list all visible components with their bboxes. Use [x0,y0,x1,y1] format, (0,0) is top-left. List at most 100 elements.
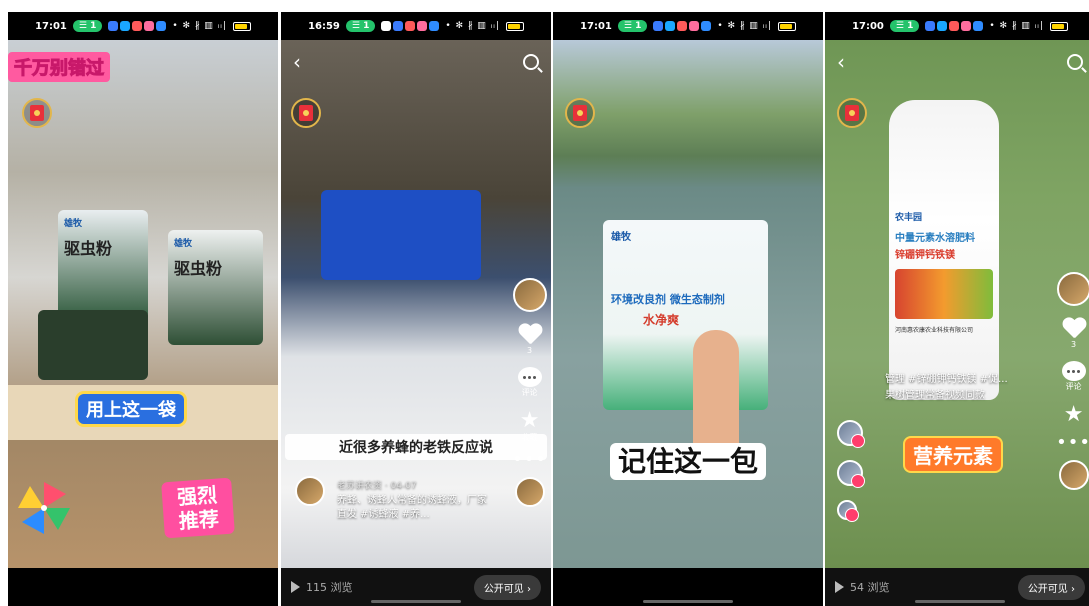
like-button[interactable]: 3 [1062,318,1086,349]
red-packet-icon[interactable] [837,98,867,128]
author-avatar[interactable] [1056,272,1089,306]
phone-screen-2: 16:59 ☰ 1 • ✻ ∦ ▥ ᵢᵢ| ‹ 3 评论 ★ 收藏 ••• 近很… [281,12,551,606]
product-bag: 雄牧 环境改良剂 微生态制剂 水净爽 [603,220,768,410]
status-time: 17:00 [852,20,884,32]
view-count-text: 54 浏览 [850,581,890,594]
bottle-maker: 河南惠农康农业科技有限公司 [895,327,974,334]
visibility-button[interactable]: 公开可见 › [473,574,541,600]
sticker-mid: 用上这一袋 [78,394,184,424]
status-pill-count: 1 [907,21,914,31]
back-icon[interactable]: ‹ [837,50,845,74]
status-signal: • ✻ ∦ ▥ ᵢᵢ| [717,21,772,31]
search-icon[interactable] [1067,54,1083,70]
status-bar: 17:01 ☰ 1 • ✻ ∦ ▥ ᵢᵢ| [8,12,278,40]
viewer-avatar[interactable] [837,460,865,488]
related-video[interactable]: 果树管理常备视频同款 [885,386,985,401]
home-indicator [643,600,733,603]
status-time: 17:01 [35,20,67,32]
heart-icon [518,324,542,346]
back-icon[interactable]: ‹ [293,50,301,74]
action-sidebar: 3 评论 ★ 收藏 ••• [512,278,547,507]
comment-label: 评论 [521,388,538,397]
product-bag: 雄牧 驱虫粉 [58,210,148,320]
comment-label: 评论 [1065,382,1082,391]
sticker-remember: 记住这一包 [553,440,823,480]
favorite-button[interactable]: ★ [1064,404,1084,426]
status-app-icons [925,21,984,31]
red-packet-icon[interactable] [565,98,595,128]
heart-icon [1062,318,1086,340]
product-bottle: 农丰园 中量元素水溶肥料 锌硼钾钙铁镁 河南惠农康农业科技有限公司 [889,100,999,400]
status-signal: • ✻ ∦ ▥ ᵢᵢ| [445,21,500,31]
comment-button[interactable]: 评论 [517,367,542,398]
video-frame[interactable]: 雄牧 环境改良剂 微生态制剂 水净爽 记住这一包 [553,40,823,568]
home-indicator [371,600,461,603]
play-icon [835,581,844,593]
play-icon [291,581,300,593]
view-count: 54 浏览 [835,579,890,595]
crate [321,190,481,280]
sticker-top: 千万别错过 [8,52,110,82]
video-description: 养蜂、诱蜂人常备的诱蜂液，厂家直发 #诱蜂液 #养... [337,495,487,520]
comment-button[interactable]: 评论 [1061,361,1086,392]
bottom-bar [8,568,278,606]
status-pill: ☰ 1 [72,20,103,32]
author-avatar-small[interactable] [295,476,325,506]
favorite-button[interactable]: ★ 收藏 [520,410,540,443]
status-pill-count: 1 [635,21,642,31]
more-icon: ••• [512,449,547,470]
status-pill: ☰ 1 [617,20,648,32]
action-sidebar: 3 评论 ★ ••• [1056,272,1089,490]
bag-brand: 雄牧 [611,232,631,243]
status-pill: ☰ 1 [345,20,376,32]
bag-brand: 雄牧 [174,239,193,249]
video-frame[interactable]: ‹ 3 评论 ★ 收藏 ••• 近很多养蜂的老铁反应说 老苏讲农资 · 04-0… [281,40,551,568]
video-frame[interactable]: 千万别错过 雄牧 驱虫粉 雄牧 驱虫粉 用上这一袋 强烈推荐 [8,40,278,568]
bag-name: 水净爽 [643,313,680,327]
comment-icon [1061,361,1086,381]
status-bar: 17:00 ☰ 1 • ✻ ∦ ▥ ᵢᵢ| [825,12,1089,40]
status-app-icons [108,21,167,31]
status-signal: • ✻ ∦ ▥ ᵢᵢ| [989,21,1044,31]
viewer-avatar[interactable] [837,500,859,522]
screenshot-grid: 17:01 ☰ 1 • ✻ ∦ ▥ ᵢᵢ| 千万别错过 雄牧 驱虫粉 雄牧 驱虫… [0,0,1089,606]
viewer-avatars [837,420,865,522]
more-button[interactable]: ••• [1056,432,1089,453]
bottle-brand: 农丰园 [895,213,923,223]
bottle-name: 锌硼钾钙铁镁 [895,250,955,261]
status-pill-count: 1 [363,21,370,31]
bag-type: 环境改良剂 微生态制剂 [611,293,725,306]
status-signal: • ✻ ∦ ▥ ᵢᵢ| [172,21,227,31]
more-button[interactable]: ••• [512,449,547,470]
visibility-button[interactable]: 公开可见 › [1017,574,1085,600]
video-frame[interactable]: ‹ 农丰园 中量元素水溶肥料 锌硼钾钙铁镁 河南惠农康农业科技有限公司 3 评论 [825,40,1089,568]
phone-screen-3: 17:01 ☰ 1 • ✻ ∦ ▥ ᵢᵢ| 雄牧 环境改良剂 微生态制剂 水净爽… [553,12,823,606]
video-description: 管理 #锌硼钾钙铁镁 #促... [885,374,1008,385]
home-indicator [915,600,1005,603]
battery-icon [232,21,251,31]
view-count: 115 浏览 [291,579,353,595]
bag-brand: 雄牧 [64,219,83,229]
author-name[interactable]: 老苏讲农资 · 04-07 [337,478,417,491]
status-bar: 16:59 ☰ 1 • ✻ ∦ ▥ ᵢᵢ| [281,12,551,40]
sticker-remember-text: 记住这一包 [609,443,766,480]
music-disc[interactable] [1058,460,1089,490]
battery-icon [1049,21,1068,31]
red-packet-icon[interactable] [22,98,52,128]
like-button[interactable]: 3 [518,324,542,355]
viewer-avatar[interactable] [837,420,865,448]
status-app-icons [653,21,712,31]
pinwheel-icon [18,482,70,534]
product-bag: 雄牧 驱虫粉 [168,230,263,345]
search-icon[interactable] [523,54,539,70]
phone-screen-1: 17:01 ☰ 1 • ✻ ∦ ▥ ᵢᵢ| 千万别错过 雄牧 驱虫粉 雄牧 驱虫… [8,12,278,606]
bag-name: 驱虫粉 [174,259,223,278]
more-icon: ••• [1056,432,1089,453]
view-count-text: 115 浏览 [306,581,353,594]
red-packet-icon[interactable] [291,98,321,128]
star-icon: ★ [1063,402,1084,427]
music-disc[interactable] [514,477,545,507]
product-bag [38,310,148,380]
author-avatar[interactable] [512,278,547,312]
status-app-icons [381,21,440,31]
